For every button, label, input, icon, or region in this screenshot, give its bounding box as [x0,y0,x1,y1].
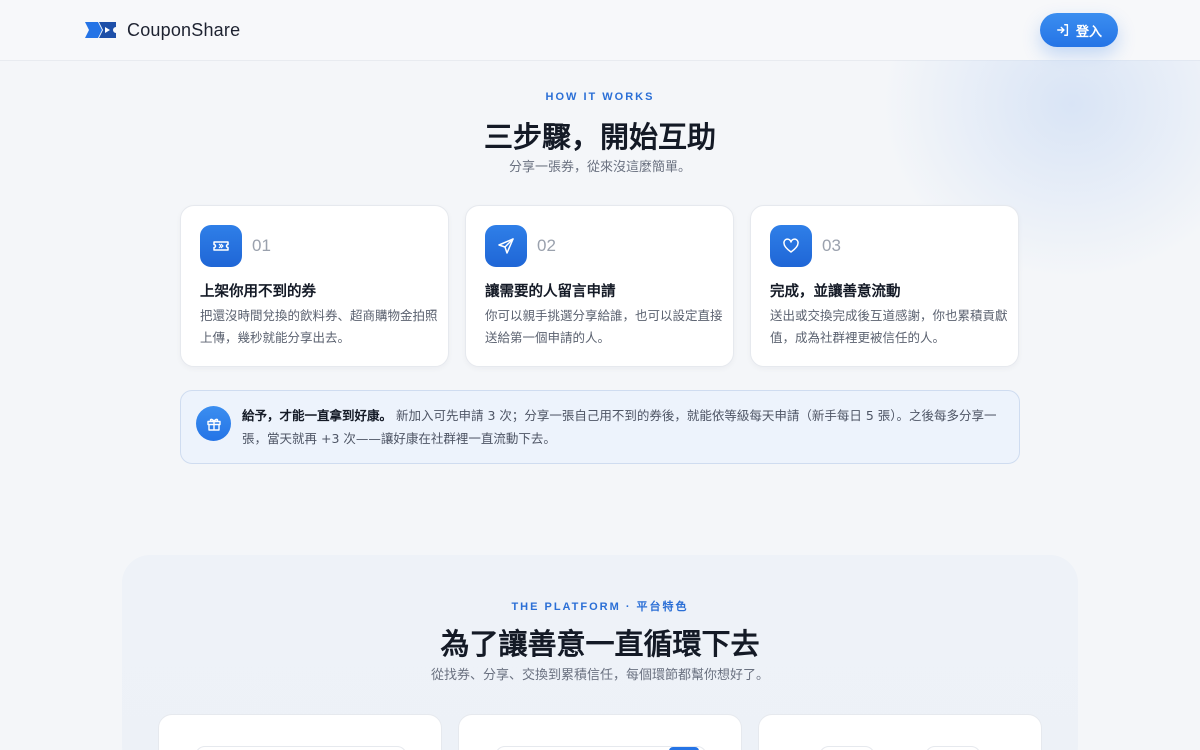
brand[interactable]: CouponShare [84,19,240,41]
how-it-works-subtitle: 分享一張券，從來沒這麼簡單。 [508,160,691,175]
step-title: 完成，並讓善意流動 [770,284,901,300]
how-it-works-title: 三步驟，開始互助 [483,120,716,154]
daily-quota-notice: 給予，才能一直拿到好康。 新加入可先申請 3 次；分享一張自己用不到的券後，就能… [180,390,1020,464]
top-nav: CouponShare 登入 [0,0,1200,61]
login-button[interactable]: 登入 [1040,13,1118,47]
feature-card-3 [758,714,1042,750]
step-number: 02 [537,236,556,255]
platform-eyebrow: THE PLATFORM · 平台特色 [511,601,689,613]
step-number: 01 [252,236,271,255]
feature-preview [195,746,407,750]
step-description: 送出或交換完成後互道感謝，你也累積貢獻值，成為社群裡更被信任的人。 [770,308,1008,345]
step-description: 你可以親手挑選分享給誰，也可以設定直接送給第一個申請的人。 [485,308,723,345]
step-card-3: 03 完成，並讓善意流動 送出或交換完成後互道感謝，你也累積貢獻值，成為社群裡更… [750,205,1019,367]
how-it-works-eyebrow: HOW IT WORKS [545,91,655,103]
gift-icon-badge [196,406,231,441]
step-icon-badge [485,225,527,267]
feature-preview [819,746,875,750]
feature-card-1 [158,714,442,750]
platform-title: 為了讓善意一直循環下去 [440,627,760,661]
step-description: 把還沒時間兌換的飲料券、超商購物金拍照上傳，幾秒就能分享出去。 [200,308,438,345]
send-icon [498,238,514,254]
step-number: 03 [822,236,841,255]
feature-card-2 [458,714,742,750]
step-title: 讓需要的人留言申請 [485,284,616,300]
gift-icon [206,418,221,431]
step-card-2: 02 讓需要的人留言申請 你可以親手挑選分享給誰，也可以設定直接送給第一個申請的… [465,205,734,367]
brand-name: CouponShare [127,19,241,40]
logo-icon [85,22,116,38]
heart-icon [783,238,799,253]
step-title: 上架你用不到的券 [200,284,316,300]
login-label: 登入 [1075,24,1102,40]
step-icon-badge [770,225,812,267]
notice-text: 給予，才能一直拿到好康。 新加入可先申請 3 次；分享一張自己用不到的券後，就能… [242,404,1010,450]
step-icon-badge [200,225,242,267]
ticket-icon [213,241,229,251]
feature-preview [925,746,981,750]
platform-subtitle: 從找券、分享、交換到累積信任，每個環節都幫你想好了。 [430,668,769,683]
step-card-1: 01 上架你用不到的券 把還沒時間兌換的飲料券、超商購物金拍照上傳，幾秒就能分享… [180,205,449,367]
login-icon [1057,24,1069,36]
notice-lead: 給予，才能一直拿到好康。 [242,408,393,423]
